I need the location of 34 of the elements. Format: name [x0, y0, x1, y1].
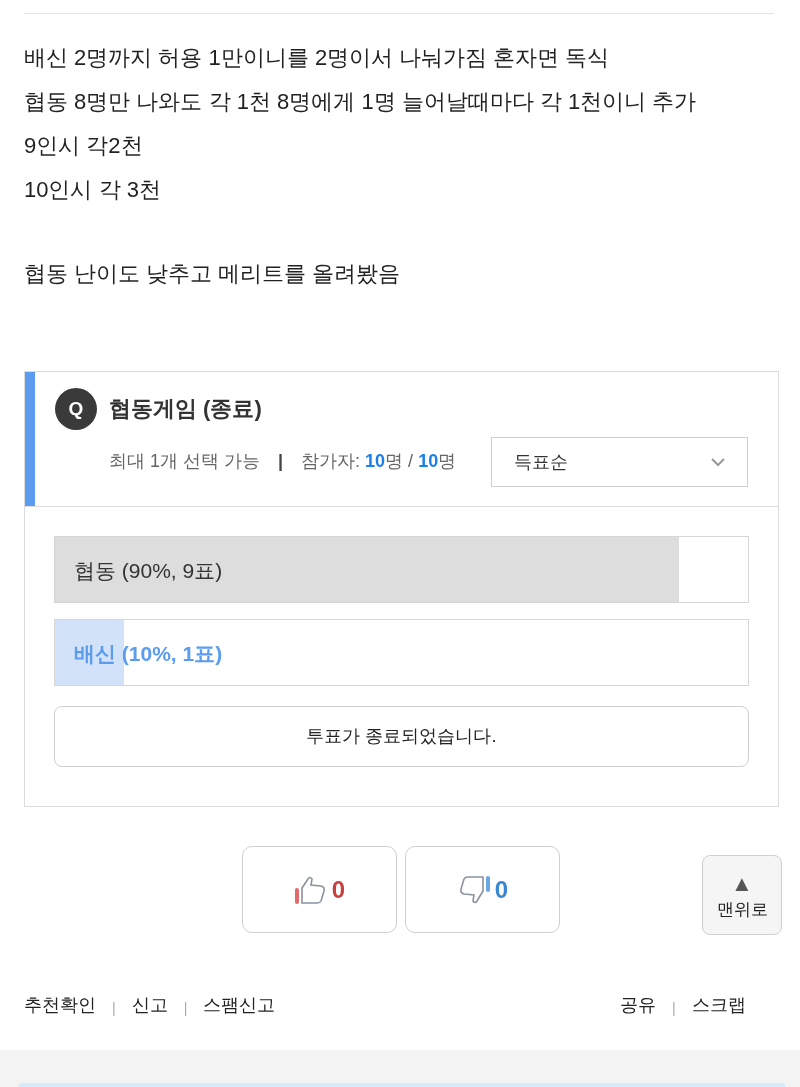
dislike-button[interactable]: 0 — [405, 846, 560, 933]
footer-link[interactable]: 추천확인 — [24, 992, 96, 1019]
sort-dropdown[interactable]: 득표순 — [491, 437, 748, 487]
status-button[interactable]: 투표가 종료되었습니다. — [54, 706, 749, 767]
slash-text: / — [408, 450, 414, 473]
selection-limit: 최대 1개 선택 가능 — [109, 450, 260, 473]
body-text: 협동 8명만 나와도 각 1천 8명에게 1명 늘어날때마다 각 1천이니 추가 — [24, 88, 698, 116]
body-text: 10인시 각 3천 — [24, 176, 162, 204]
participant-max: 10 — [418, 450, 439, 473]
separator: | — [183, 999, 188, 1018]
body-text: 배신 2명까지 허용 1만이니를 2명이서 나눠가짐 혼자면 독식 — [24, 44, 611, 72]
unit-text: 명 — [385, 450, 404, 473]
poll-option[interactable]: 협동 (90%, 9표) — [54, 536, 749, 603]
body-text: 협동 난이도 낮추고 메리트를 올려봤음 — [24, 260, 402, 288]
top-button[interactable]: ▲ 맨위로 — [702, 855, 782, 935]
thumbs-up-icon — [293, 874, 328, 905]
poll-title: 협동게임 (종료) — [109, 395, 262, 423]
footer-link[interactable]: 신고 — [131, 992, 168, 1019]
option-label: 협동 (90%, 9표) — [74, 558, 223, 584]
up-triangle-icon: ▲ — [731, 872, 753, 895]
participant-count: 10 — [365, 450, 386, 473]
like-button[interactable]: 0 — [242, 846, 397, 933]
q-badge: Q — [55, 388, 97, 430]
participants-label: 참가자: — [301, 450, 361, 473]
chevron-down-icon — [711, 457, 725, 467]
body-text: 9인시 각2천 — [24, 132, 144, 160]
footer-link[interactable]: 공유 — [620, 992, 656, 1019]
footer-link[interactable]: 스크랩 — [691, 992, 746, 1019]
option-label: 배신 (10%, 1표) — [74, 641, 223, 667]
footer-link[interactable]: 스팸신고 — [203, 992, 276, 1019]
unit-text: 명 — [438, 450, 457, 473]
separator: | — [672, 999, 676, 1018]
separator: | — [112, 999, 116, 1018]
separator: | — [278, 450, 284, 473]
